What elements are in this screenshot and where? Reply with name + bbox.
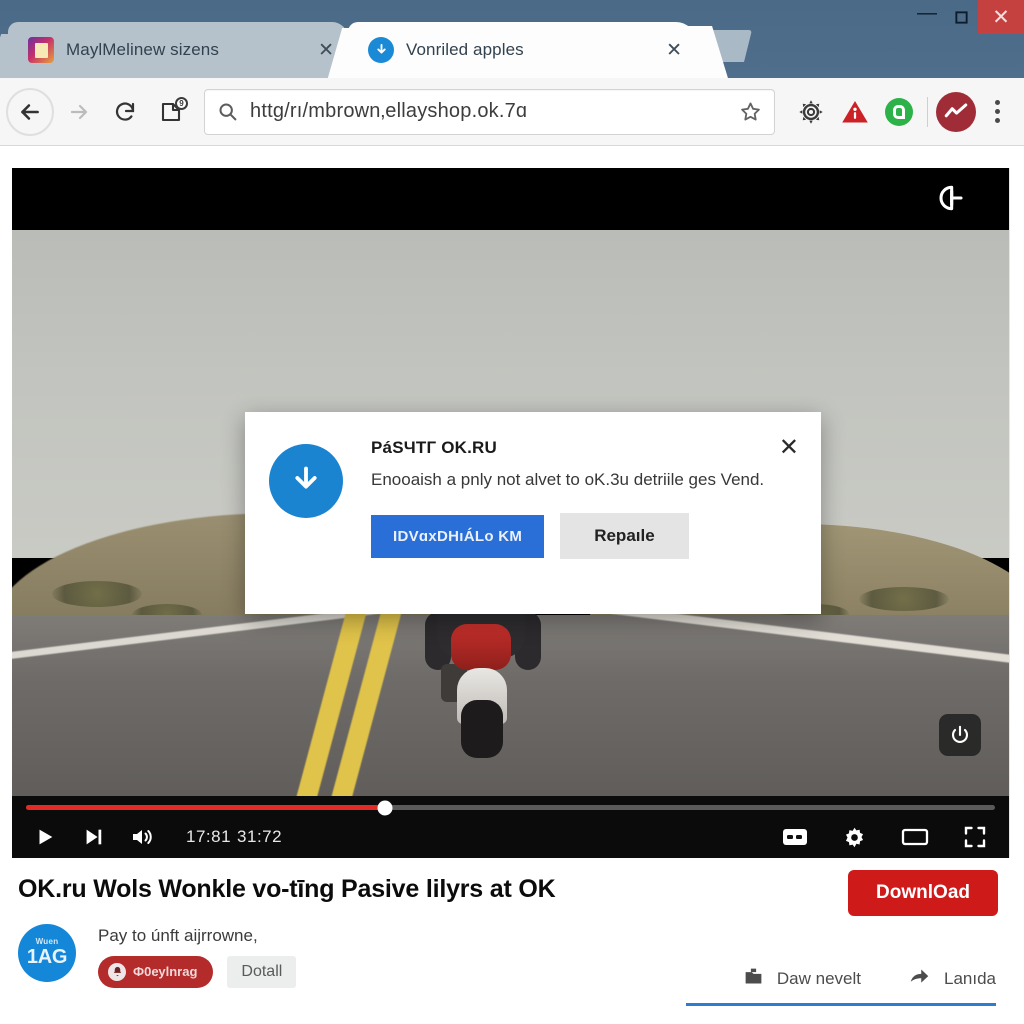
share-arrow-icon: [907, 966, 932, 992]
back-arrow-icon[interactable]: [6, 87, 54, 136]
download-permission-dialog[interactable]: ✕ PáSЧТГ OK.RU Enoоаish a pnly not alvet…: [245, 412, 821, 614]
channel-name: Pay to únft aijrrowne,: [98, 925, 258, 945]
download-button[interactable]: DownlOad: [848, 870, 998, 916]
bookmark-star-icon[interactable]: [739, 100, 762, 123]
share-action[interactable]: Lanıda: [907, 966, 996, 992]
save-action-label: Daw nevelt: [776, 968, 861, 988]
anchor-link-icon[interactable]: [933, 182, 965, 219]
avatar-main-text: 1AG: [26, 945, 68, 968]
subscribe-label: Ф0еуlnrаg: [133, 964, 198, 979]
dialog-title: PáSЧТГ OK.RU: [371, 438, 497, 457]
tab-title: MaylMelinew sizens: [66, 40, 219, 59]
browser-window: MaylMelinew sizens ✕ Vonriled apples ✕ —…: [0, 0, 1024, 1024]
fullscreen-icon[interactable]: [963, 825, 987, 849]
close-icon[interactable]: ✕: [632, 41, 682, 60]
browser-tab-2[interactable]: Vonriled apples ✕: [348, 22, 696, 78]
navigation-toolbar: 9 httg/rı/mbrown‚ellayshop.ok.7ɑ: [0, 78, 1024, 146]
url-text[interactable]: httg/rı/mbrown‚ellayshop.ok.7ɑ: [250, 100, 729, 123]
dialog-primary-button[interactable]: IDVɑxDHıÁLo KM: [371, 514, 545, 558]
minimize-button[interactable]: —: [910, 0, 944, 34]
address-bar[interactable]: httg/rı/mbrown‚ellayshop.ok.7ɑ: [204, 88, 775, 135]
tab-strip: MaylMelinew sizens ✕ Vonriled apples ✕ —…: [0, 0, 1024, 78]
kebab-menu-icon[interactable]: [982, 100, 1012, 123]
theater-mode-icon[interactable]: [901, 826, 929, 848]
share-action-label: Lanıda: [944, 968, 996, 988]
time-total: 31:72: [237, 827, 283, 846]
closed-captions-icon[interactable]: [782, 827, 808, 847]
save-folder-icon: [742, 966, 765, 992]
save-action[interactable]: Daw nevelt: [742, 966, 861, 992]
subscribe-button[interactable]: Ф0еуlnrаg: [98, 955, 214, 988]
pulse-profile-icon[interactable]: [934, 90, 978, 134]
active-section-underline: [686, 1002, 996, 1006]
close-icon[interactable]: ✕: [284, 41, 334, 60]
downloads-icon[interactable]: 9: [148, 89, 194, 135]
forward-arrow-icon: [56, 89, 102, 135]
search-icon: [217, 101, 238, 122]
volume-icon[interactable]: [130, 825, 154, 849]
avatar[interactable]: Wuen 1AG: [18, 923, 76, 982]
reload-icon[interactable]: [102, 89, 148, 135]
video-meta: OK.ru Wols Wonkle vo-tīng Pasive lilyrs …: [12, 858, 1010, 1006]
tab-title: Vonriled apples: [406, 40, 524, 59]
play-icon[interactable]: [34, 826, 56, 848]
progress-bar[interactable]: [26, 800, 995, 815]
close-window-button[interactable]: ✕: [978, 0, 1024, 34]
download-circle-icon: [269, 444, 343, 518]
dialog-secondary-button[interactable]: Repaıle: [560, 513, 689, 560]
progress-fill: [26, 805, 385, 810]
avatar-top-text: Wuen: [35, 936, 59, 946]
bell-icon: [108, 962, 126, 981]
download-circle-icon: [368, 37, 394, 63]
progress-knob[interactable]: [377, 800, 393, 815]
warning-alert-icon[interactable]: [833, 90, 877, 134]
next-track-icon[interactable]: [82, 826, 104, 848]
colorful-page-icon: [28, 37, 54, 63]
maximize-button[interactable]: [944, 0, 978, 34]
video-letterbox: [12, 168, 1009, 230]
green-shield-extension-icon[interactable]: [877, 90, 921, 134]
dialog-body-text: Enoоаish a pnly not alvet to oK.3u detri…: [371, 470, 765, 489]
detail-button[interactable]: Dotall: [227, 955, 297, 988]
browser-tab-1[interactable]: MaylMelinew sizens ✕: [8, 22, 348, 78]
window-controls: — ✕: [910, 0, 1024, 34]
action-row: Daw nevelt Lanıda: [742, 966, 996, 992]
gear-extension-icon[interactable]: [789, 90, 833, 134]
toolbar-divider: [927, 96, 928, 127]
settings-gear-icon[interactable]: [842, 825, 867, 850]
power-button-icon[interactable]: [939, 714, 981, 756]
player-controls: 17:81 31:72: [12, 796, 1009, 858]
downloads-badge: 9: [175, 96, 188, 110]
time-current: 17:81: [186, 827, 232, 846]
close-icon[interactable]: ✕: [779, 436, 799, 460]
